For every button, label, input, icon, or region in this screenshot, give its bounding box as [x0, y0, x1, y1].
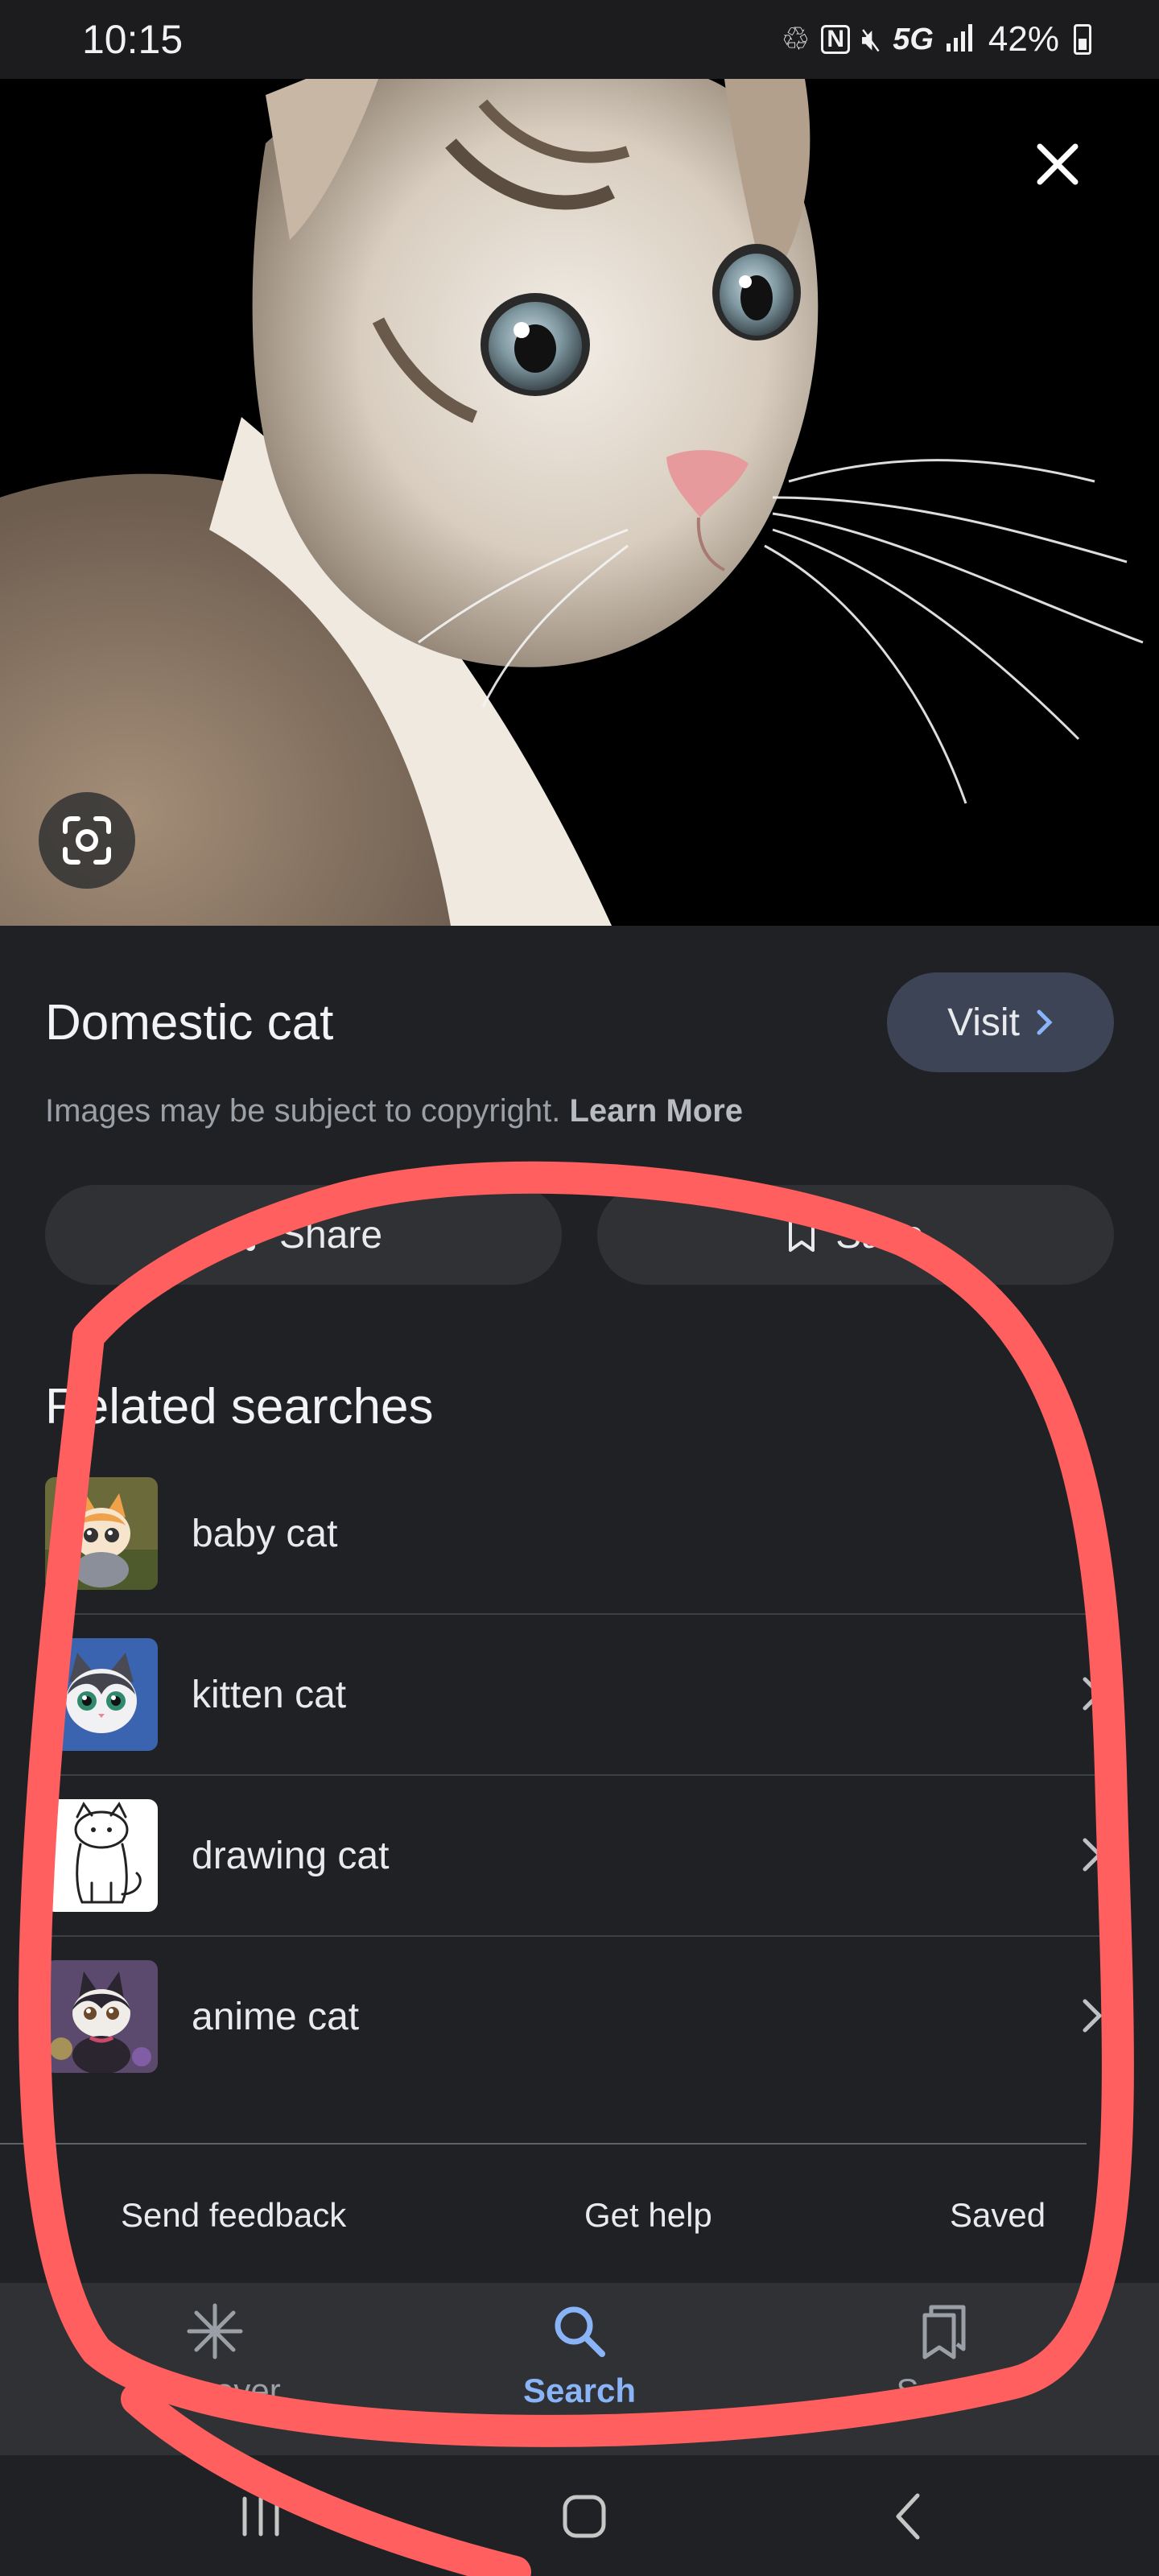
kitten-cat-thumbnail — [45, 1638, 158, 1751]
related-item-label: drawing cat — [192, 1834, 390, 1877]
save-label: Save — [835, 1213, 924, 1257]
copyright-notice: Images may be subject to copyright. Lear… — [45, 1093, 743, 1129]
battery-saver-icon: ♲ — [781, 22, 810, 57]
anime-cat-thumbnail — [45, 1960, 158, 2073]
share-icon — [227, 1219, 255, 1251]
bottom-navigation: Discover Search Saved — [0, 2283, 1159, 2455]
bookmark-icon — [789, 1218, 815, 1252]
visit-button[interactable]: Visit — [887, 972, 1114, 1072]
copyright-text: Images may be subject to copyright. — [45, 1093, 561, 1129]
related-item-drawing-cat[interactable]: drawing cat — [45, 1776, 1104, 1937]
status-icons: ♲ N 🔇︎ 5G 42% — [781, 19, 1091, 60]
saved-link[interactable]: Saved — [950, 2196, 1046, 2235]
saved-icon — [922, 2305, 966, 2359]
cat-photo — [0, 79, 1159, 926]
system-navigation-bar — [0, 2455, 1159, 2576]
chevron-right-icon — [1037, 1009, 1053, 1035]
drawing-cat-thumbnail — [45, 1799, 158, 1912]
save-button[interactable]: Save — [597, 1185, 1114, 1285]
signal-icon — [945, 23, 977, 57]
get-help-link[interactable]: Get help — [584, 2196, 712, 2235]
related-searches-list: baby cat kitten cat drawing cat anime ca… — [45, 1454, 1104, 2096]
close-icon — [1037, 143, 1079, 185]
back-icon — [896, 2493, 920, 2540]
nav-search[interactable]: Search — [475, 2302, 684, 2439]
send-feedback-link[interactable]: Send feedback — [121, 2196, 346, 2235]
nfc-icon: N — [821, 25, 851, 54]
related-item-label: baby cat — [192, 1512, 338, 1555]
back-button[interactable] — [860, 2476, 956, 2557]
related-searches-title: Related searches — [45, 1379, 434, 1435]
home-icon — [563, 2495, 606, 2538]
nav-saved-label: Saved — [896, 2372, 992, 2409]
nav-discover-label: Discover — [149, 2372, 281, 2409]
status-time: 10:15 — [82, 17, 184, 62]
discover-icon — [187, 2303, 243, 2359]
mute-icon: 🔇︎ — [861, 22, 882, 57]
baby-cat-thumbnail — [45, 1477, 158, 1590]
chevron-right-icon — [1083, 1999, 1103, 2033]
result-title: Domestic cat — [45, 994, 334, 1051]
visit-label: Visit — [947, 1001, 1020, 1044]
battery-percent: 42% — [988, 19, 1059, 59]
close-button[interactable] — [1024, 130, 1091, 198]
share-button[interactable]: Share — [45, 1185, 562, 1285]
recent-apps-icon — [242, 2496, 279, 2537]
related-item-label: kitten cat — [192, 1673, 347, 1716]
share-label: Share — [278, 1213, 383, 1257]
result-title-row: Domestic cat Visit — [45, 972, 1114, 1072]
chevron-right-icon — [1083, 1838, 1103, 1872]
nav-search-label: Search — [522, 2372, 637, 2409]
recent-apps-button[interactable] — [212, 2476, 309, 2557]
google-lens-icon — [63, 816, 111, 865]
learn-more-link[interactable]: Learn More — [569, 1093, 743, 1129]
nav-discover[interactable]: Discover — [110, 2302, 320, 2439]
network-type: 5G — [893, 22, 934, 56]
chevron-right-icon — [1083, 1516, 1103, 1550]
related-item-baby-cat[interactable]: baby cat — [45, 1454, 1104, 1615]
chevron-right-icon — [1083, 1677, 1103, 1711]
nav-saved[interactable]: Saved — [839, 2302, 1049, 2439]
status-bar: 10:15 ♲ N 🔇︎ 5G 42% — [0, 0, 1159, 79]
google-lens-button[interactable] — [39, 792, 135, 889]
search-icon — [555, 2306, 605, 2357]
battery-icon — [1074, 24, 1091, 55]
result-image[interactable] — [0, 79, 1159, 926]
home-button[interactable] — [536, 2476, 633, 2557]
related-item-label: anime cat — [192, 1995, 360, 2038]
related-item-kitten-cat[interactable]: kitten cat — [45, 1615, 1104, 1776]
related-item-anime-cat[interactable]: anime cat — [45, 1937, 1104, 2096]
footer-divider — [0, 2143, 1087, 2145]
